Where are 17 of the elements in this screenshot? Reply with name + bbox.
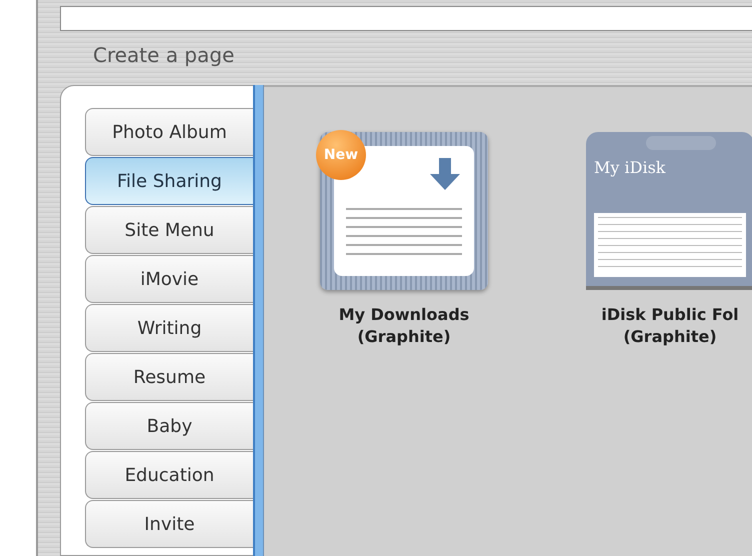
download-arrow-icon — [430, 158, 460, 192]
page-title: Create a page — [92, 42, 236, 69]
category-tab[interactable]: File Sharing — [85, 157, 253, 205]
template-variant: (Graphite) — [357, 326, 451, 348]
category-tab[interactable]: Photo Album — [85, 108, 253, 156]
category-tab[interactable]: Site Menu — [85, 206, 253, 254]
category-tab[interactable]: Writing — [85, 304, 253, 352]
template-variant: (Graphite) — [623, 326, 717, 348]
new-badge: New — [316, 130, 366, 180]
thumbnail-heading: My iDisk — [594, 158, 666, 177]
category-tab[interactable]: iMovie — [85, 255, 253, 303]
category-tab[interactable]: Invite — [85, 500, 253, 548]
category-tab[interactable]: Baby — [85, 402, 253, 450]
category-tab[interactable]: Resume — [85, 353, 253, 401]
template-name: iDisk Public Fol — [601, 304, 739, 326]
template-name: My Downloads — [338, 304, 470, 326]
category-tab[interactable]: Education — [85, 451, 253, 499]
